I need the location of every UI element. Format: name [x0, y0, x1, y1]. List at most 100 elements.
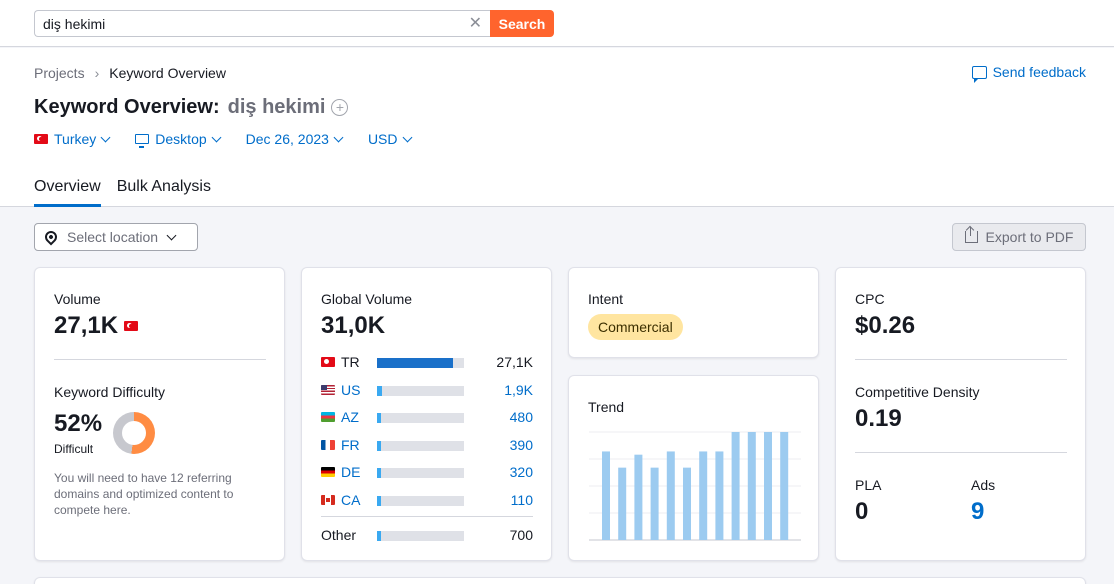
chevron-down-icon [333, 132, 344, 142]
chat-bubble-icon [971, 65, 987, 83]
country-filter[interactable]: Turkey [34, 131, 111, 147]
country-volume-value[interactable]: 390 [510, 437, 533, 453]
volume-bar-fill [377, 495, 381, 506]
country-code[interactable]: DE [341, 464, 377, 480]
device-label: Desktop [155, 131, 207, 147]
upload-icon [964, 227, 978, 243]
breadcrumb-current: Keyword Overview [109, 65, 226, 81]
ads-value[interactable]: 9 [971, 498, 984, 526]
trend-bar[interactable] [683, 467, 691, 540]
country-volume-row[interactable]: US 1,9K [321, 381, 533, 399]
breadcrumb: Projects › Keyword Overview [34, 65, 226, 81]
currency-filter[interactable]: USD [368, 131, 412, 147]
country-volume-row[interactable]: FR 390 [321, 436, 533, 454]
tab-overview[interactable]: Overview [34, 178, 101, 207]
volume-bar-fill [377, 440, 381, 451]
location-select[interactable]: Select location [34, 223, 198, 251]
search-input[interactable] [43, 14, 463, 34]
country-code[interactable]: US [341, 382, 377, 398]
trend-bar[interactable] [634, 454, 643, 540]
volume-bar-track [377, 440, 464, 451]
volume-bar-track [377, 413, 464, 423]
search-box: ✕ [34, 10, 490, 37]
volume-bar-track [377, 531, 464, 541]
country-volume-value[interactable]: 1,9K [504, 382, 533, 398]
volume-card: Volume 27,1K Keyword Difficulty 52% Diff… [34, 267, 285, 561]
volume-label: Volume [54, 291, 101, 307]
volume-bar-track [377, 468, 464, 478]
country-volume-row[interactable]: DE 320 [321, 463, 533, 481]
volume-bar-fill [377, 468, 381, 478]
other-volume-row: Other 700 [321, 526, 533, 544]
flag-icon [321, 439, 335, 450]
country-code: TR [341, 354, 360, 370]
add-keyword-icon[interactable]: + [331, 99, 349, 116]
cpc-label: CPC [855, 291, 885, 307]
trend-bar[interactable] [602, 451, 610, 540]
chevron-down-icon [211, 132, 222, 142]
intent-badge: Commercial [588, 314, 683, 340]
ads-label: Ads [971, 477, 996, 493]
kd-donut-chart [113, 412, 155, 454]
send-feedback-link[interactable]: Send feedback [971, 64, 1086, 83]
flag-icon [321, 494, 335, 505]
trend-label: Trend [588, 399, 625, 415]
country-volume-value[interactable]: 320 [510, 464, 533, 480]
other-volume-value: 700 [509, 527, 533, 543]
device-filter[interactable]: Desktop [135, 131, 222, 148]
flag-icon [321, 412, 335, 422]
divider [321, 516, 533, 517]
search-button[interactable]: Search [490, 10, 554, 37]
volume-bar-fill [377, 385, 382, 396]
flag-icon [321, 384, 335, 395]
country-code[interactable]: CA [341, 492, 377, 508]
flag-icon [321, 467, 335, 477]
turkey-flag-icon [124, 321, 139, 331]
trend-bar[interactable] [731, 432, 740, 540]
tab-bulk-analysis[interactable]: Bulk Analysis [117, 178, 211, 207]
volume-bar-track [377, 495, 464, 506]
desktop-icon [135, 134, 150, 148]
country-volume-row[interactable]: CA 110 [321, 491, 533, 509]
country-code[interactable]: FR [341, 437, 377, 453]
flag-icon [321, 357, 335, 367]
trend-bar[interactable] [666, 451, 675, 540]
country-volume-value[interactable]: 110 [511, 492, 533, 508]
trend-bar[interactable] [764, 432, 772, 540]
chevron-down-icon [402, 132, 412, 142]
divider [855, 452, 1067, 453]
next-card [34, 577, 1086, 584]
top-search-bar: ✕ Search [0, 0, 1114, 47]
date-label: Dec 26, 2023 [245, 131, 329, 147]
page-title: Keyword Overview: diş hekimi + [34, 96, 349, 119]
clear-icon[interactable]: ✕ [469, 15, 482, 33]
volume-value-row: 27,1K [54, 312, 144, 340]
trend-bar[interactable] [699, 451, 708, 540]
trend-bar[interactable] [715, 451, 724, 540]
chevron-down-icon [100, 132, 111, 142]
export-pdf-button[interactable]: Export to PDF [952, 223, 1086, 251]
page-title-keyword: diş hekimi [227, 96, 326, 118]
density-label: Competitive Density [855, 384, 980, 400]
country-code[interactable]: AZ [341, 409, 377, 425]
date-filter[interactable]: Dec 26, 2023 [245, 131, 344, 147]
chevron-down-icon [166, 230, 177, 240]
country-label: Turkey [54, 131, 97, 147]
country-volume-value: 27,1K [496, 354, 533, 370]
breadcrumb-projects-link[interactable]: Projects [34, 65, 85, 81]
country-volume-row[interactable]: AZ 480 [321, 408, 533, 426]
cpc-value: $0.26 [855, 312, 916, 339]
intent-card: Intent Commercial [568, 267, 819, 358]
trend-bar[interactable] [780, 432, 789, 540]
volume-bar-fill [377, 358, 453, 368]
page-title-prefix: Keyword Overview: [34, 96, 220, 118]
country-volume-value[interactable]: 480 [510, 409, 533, 425]
trend-bar[interactable] [650, 467, 659, 540]
intent-label: Intent [588, 291, 624, 307]
global-volume-label: Global Volume [321, 291, 413, 307]
volume-bar-fill [377, 413, 381, 423]
trend-bar[interactable] [618, 467, 627, 540]
kd-note: You will need to have 12 referring domai… [54, 471, 234, 517]
density-value: 0.19 [855, 405, 902, 432]
trend-bar[interactable] [747, 432, 756, 540]
